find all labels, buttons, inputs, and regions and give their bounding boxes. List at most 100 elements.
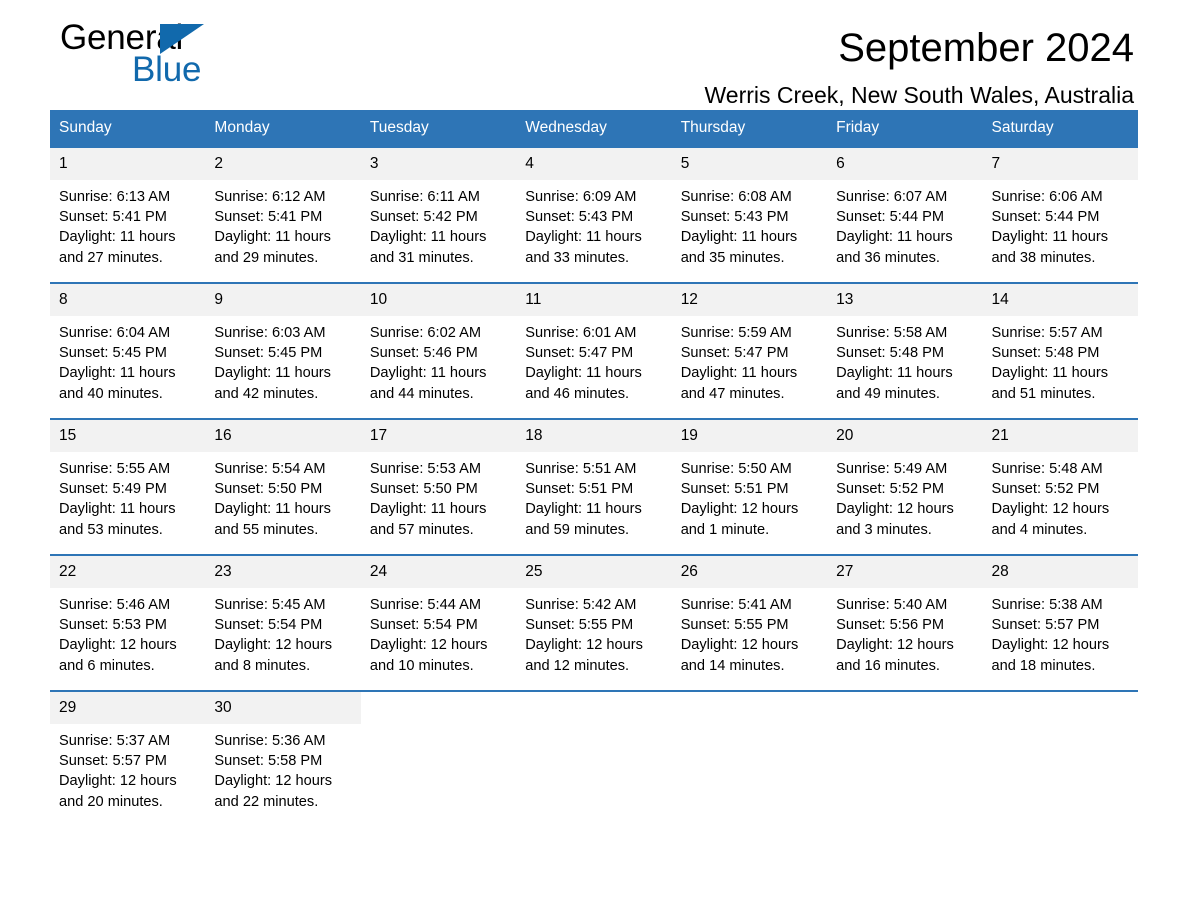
day-cell[interactable]: 8 Sunrise: 6:04 AM Sunset: 5:45 PM Dayli…	[50, 282, 206, 419]
location-subtitle: Werris Creek, New South Wales, Australia	[704, 82, 1134, 108]
daylight-text: Daylight: 11 hours and 29 minutes.	[214, 229, 331, 266]
sunrise-text: Sunrise: 5:54 AM	[214, 461, 326, 477]
sunset-text: Sunset: 5:44 PM	[991, 209, 1100, 226]
week-row: 1 Sunrise: 6:13 AM Sunset: 5:41 PM Dayli…	[50, 146, 1138, 283]
sunrise-text: Sunrise: 6:04 AM	[59, 325, 171, 341]
day-info: Sunrise: 6:09 AM Sunset: 5:43 PM Dayligh…	[516, 180, 671, 268]
day-cell[interactable]: 1 Sunrise: 6:13 AM Sunset: 5:41 PM Dayli…	[50, 146, 206, 283]
day-cell[interactable]: 14 Sunrise: 5:57 AM Sunset: 5:48 PM Dayl…	[982, 282, 1138, 419]
day-cell-empty	[360, 690, 517, 826]
day-info: Sunrise: 5:50 AM Sunset: 5:51 PM Dayligh…	[672, 452, 827, 540]
day-cell[interactable]: 2 Sunrise: 6:12 AM Sunset: 5:41 PM Dayli…	[205, 146, 361, 283]
daylight-text: Daylight: 11 hours and 53 minutes.	[59, 501, 176, 538]
day-cell[interactable]: 18 Sunrise: 5:51 AM Sunset: 5:51 PM Dayl…	[516, 418, 672, 555]
sunrise-text: Sunrise: 5:44 AM	[369, 597, 481, 613]
sunset-text: Sunset: 5:55 PM	[525, 617, 634, 634]
day-cell[interactable]: 22 Sunrise: 5:46 AM Sunset: 5:53 PM Dayl…	[50, 554, 206, 691]
daylight-text: Daylight: 12 hours and 8 minutes.	[214, 637, 333, 674]
daylight-text: Daylight: 11 hours and 35 minutes.	[680, 229, 798, 266]
day-number: 4	[516, 148, 672, 180]
day-cell[interactable]: 29 Sunrise: 5:37 AM Sunset: 5:57 PM Dayl…	[50, 690, 206, 826]
sunset-text: Sunset: 5:41 PM	[214, 209, 323, 226]
day-cell[interactable]: 27 Sunrise: 5:40 AM Sunset: 5:56 PM Dayl…	[827, 554, 983, 691]
daylight-text: Daylight: 12 hours and 16 minutes.	[836, 637, 954, 674]
day-info: Sunrise: 5:38 AM Sunset: 5:57 PM Dayligh…	[983, 588, 1138, 676]
day-number	[360, 692, 517, 724]
day-cell[interactable]: 6 Sunrise: 6:07 AM Sunset: 5:44 PM Dayli…	[827, 146, 983, 283]
day-cell[interactable]: 16 Sunrise: 5:54 AM Sunset: 5:50 PM Dayl…	[205, 418, 361, 555]
generalblue-logo[interactable]: General Blue	[60, 10, 360, 102]
day-cell[interactable]: 20 Sunrise: 5:49 AM Sunset: 5:52 PM Dayl…	[827, 418, 983, 555]
day-cell[interactable]: 12 Sunrise: 5:59 AM Sunset: 5:47 PM Dayl…	[671, 282, 828, 419]
day-cell[interactable]: 3 Sunrise: 6:11 AM Sunset: 5:42 PM Dayli…	[360, 146, 517, 283]
sunset-text: Sunset: 5:49 PM	[59, 481, 167, 498]
day-info: Sunrise: 5:55 AM Sunset: 5:49 PM Dayligh…	[50, 452, 205, 540]
sunset-text: Sunset: 5:54 PM	[369, 617, 478, 634]
daylight-text: Daylight: 11 hours and 47 minutes.	[680, 365, 798, 402]
day-number: 8	[50, 284, 206, 316]
day-cell[interactable]: 11 Sunrise: 6:01 AM Sunset: 5:47 PM Dayl…	[516, 282, 672, 419]
sunrise-text: Sunrise: 6:12 AM	[214, 189, 326, 205]
day-cell[interactable]: 19 Sunrise: 5:50 AM Sunset: 5:51 PM Dayl…	[671, 418, 828, 555]
day-cell[interactable]: 9 Sunrise: 6:03 AM Sunset: 5:45 PM Dayli…	[205, 282, 361, 419]
weekday-header-saturday: Saturday	[982, 110, 1138, 147]
sunset-text: Sunset: 5:56 PM	[836, 617, 945, 634]
daylight-text: Daylight: 12 hours and 18 minutes.	[991, 637, 1110, 674]
day-cell[interactable]: 30 Sunrise: 5:36 AM Sunset: 5:58 PM Dayl…	[205, 690, 361, 826]
sunset-text: Sunset: 5:55 PM	[680, 617, 789, 634]
day-info: Sunrise: 5:57 AM Sunset: 5:48 PM Dayligh…	[983, 316, 1138, 404]
sunrise-text: Sunrise: 6:01 AM	[525, 325, 637, 341]
sunrise-text: Sunrise: 5:36 AM	[214, 733, 326, 749]
day-number: 23	[205, 556, 361, 588]
sunset-text: Sunset: 5:54 PM	[214, 617, 323, 634]
day-info: Sunrise: 5:54 AM Sunset: 5:50 PM Dayligh…	[205, 452, 360, 540]
weekday-header-sunday: Sunday	[50, 110, 206, 147]
day-cell[interactable]: 25 Sunrise: 5:42 AM Sunset: 5:55 PM Dayl…	[516, 554, 672, 691]
daylight-text: Daylight: 11 hours and 42 minutes.	[214, 365, 331, 402]
sunset-text: Sunset: 5:43 PM	[680, 209, 789, 226]
sunset-text: Sunset: 5:50 PM	[369, 481, 478, 498]
day-info: Sunrise: 5:46 AM Sunset: 5:53 PM Dayligh…	[50, 588, 205, 676]
sunset-text: Sunset: 5:58 PM	[214, 753, 323, 770]
day-number: 10	[360, 284, 517, 316]
calendar-page: General Blue September 2024 Werris Creek…	[0, 0, 1188, 918]
day-cell[interactable]: 5 Sunrise: 6:08 AM Sunset: 5:43 PM Dayli…	[671, 146, 828, 283]
day-cell[interactable]: 21 Sunrise: 5:48 AM Sunset: 5:52 PM Dayl…	[982, 418, 1138, 555]
daylight-text: Daylight: 12 hours and 20 minutes.	[59, 773, 177, 810]
sunset-text: Sunset: 5:53 PM	[59, 617, 167, 634]
day-number: 12	[671, 284, 828, 316]
daylight-text: Daylight: 11 hours and 55 minutes.	[214, 501, 331, 538]
day-number: 19	[671, 420, 828, 452]
sunset-text: Sunset: 5:43 PM	[525, 209, 634, 226]
daylight-text: Daylight: 11 hours and 46 minutes.	[525, 365, 642, 402]
week-row: 22 Sunrise: 5:46 AM Sunset: 5:53 PM Dayl…	[50, 554, 1138, 691]
day-cell-empty	[671, 690, 828, 826]
day-number: 1	[50, 148, 206, 180]
day-cell[interactable]: 17 Sunrise: 5:53 AM Sunset: 5:50 PM Dayl…	[360, 418, 517, 555]
day-number: 2	[205, 148, 361, 180]
day-cell[interactable]: 7 Sunrise: 6:06 AM Sunset: 5:44 PM Dayli…	[982, 146, 1138, 283]
day-number: 13	[827, 284, 983, 316]
day-cell[interactable]: 26 Sunrise: 5:41 AM Sunset: 5:55 PM Dayl…	[671, 554, 828, 691]
day-number: 21	[982, 420, 1138, 452]
day-cell[interactable]: 10 Sunrise: 6:02 AM Sunset: 5:46 PM Dayl…	[360, 282, 517, 419]
day-info: Sunrise: 5:51 AM Sunset: 5:51 PM Dayligh…	[516, 452, 671, 540]
sunset-text: Sunset: 5:57 PM	[991, 617, 1100, 634]
day-info: Sunrise: 6:06 AM Sunset: 5:44 PM Dayligh…	[983, 180, 1138, 268]
sunset-text: Sunset: 5:45 PM	[59, 345, 167, 362]
daylight-text: Daylight: 12 hours and 1 minute.	[680, 501, 799, 538]
day-cell[interactable]: 13 Sunrise: 5:58 AM Sunset: 5:48 PM Dayl…	[827, 282, 983, 419]
day-number: 27	[827, 556, 983, 588]
day-cell[interactable]: 15 Sunrise: 5:55 AM Sunset: 5:49 PM Dayl…	[50, 418, 206, 555]
day-cell[interactable]: 24 Sunrise: 5:44 AM Sunset: 5:54 PM Dayl…	[360, 554, 517, 691]
week-row: 29 Sunrise: 5:37 AM Sunset: 5:57 PM Dayl…	[50, 690, 1138, 826]
day-number: 7	[982, 148, 1138, 180]
sunset-text: Sunset: 5:44 PM	[836, 209, 945, 226]
sunrise-text: Sunrise: 5:37 AM	[59, 733, 171, 749]
week-row: 8 Sunrise: 6:04 AM Sunset: 5:45 PM Dayli…	[50, 282, 1138, 419]
day-cell[interactable]: 28 Sunrise: 5:38 AM Sunset: 5:57 PM Dayl…	[982, 554, 1138, 691]
day-cell[interactable]: 4 Sunrise: 6:09 AM Sunset: 5:43 PM Dayli…	[516, 146, 672, 283]
day-info: Sunrise: 5:48 AM Sunset: 5:52 PM Dayligh…	[983, 452, 1138, 540]
day-cell[interactable]: 23 Sunrise: 5:45 AM Sunset: 5:54 PM Dayl…	[205, 554, 361, 691]
sunrise-text: Sunrise: 5:57 AM	[991, 325, 1103, 341]
